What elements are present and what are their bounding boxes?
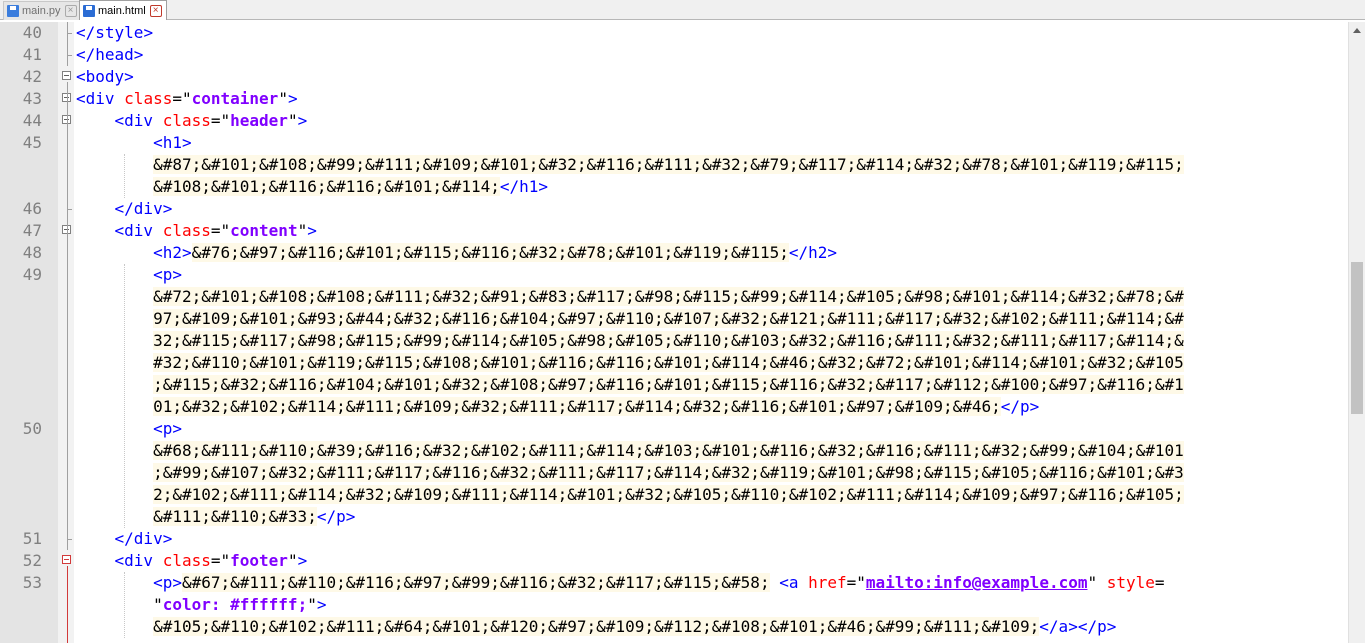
line-number: 51 — [22, 529, 42, 548]
tab-bar: main.py × main.html × — [0, 0, 1365, 20]
fold-toggle-icon[interactable] — [62, 555, 71, 564]
code-line[interactable]: 52 <div class="footer"> — [0, 550, 1348, 572]
code-line[interactable]: 45 <h1> — [0, 132, 1348, 154]
code-text: ;&#99;&#107;&#32;&#111;&#117;&#116;&#32;… — [153, 463, 1184, 482]
code-text: 97;&#109;&#101;&#93;&#44;&#32;&#116;&#10… — [153, 309, 1184, 328]
line-number: 52 — [22, 551, 42, 570]
tab-main-py[interactable]: main.py × — [3, 1, 82, 20]
vertical-scrollbar[interactable] — [1348, 22, 1365, 643]
code-line[interactable]: ;&#115;&#32;&#116;&#104;&#101;&#32;&#108… — [0, 374, 1348, 396]
code-editor[interactable]: 40 </style> 41 </head> 42 <body> 43 <div class=… — [0, 22, 1365, 643]
code-line[interactable]: 49 <p> — [0, 264, 1348, 286]
line-number: 41 — [22, 45, 42, 64]
code-text: &#72;&#101;&#108;&#108;&#111;&#32;&#91;&… — [153, 287, 1184, 306]
code-line[interactable]: 43 <div class="container"> — [0, 88, 1348, 110]
save-file-icon — [83, 4, 95, 17]
code-text: &#68;&#111;&#110;&#39;&#116;&#32;&#102;&… — [153, 441, 1184, 460]
code-text: <p> — [153, 419, 182, 438]
line-number: 53 — [22, 573, 42, 592]
code-text: <p>&#67;&#111;&#110;&#116;&#97;&#99;&#11… — [153, 573, 1165, 592]
code-line[interactable]: "color: #ffffff;"> — [0, 594, 1348, 616]
code-line[interactable]: 97;&#109;&#101;&#93;&#44;&#32;&#116;&#10… — [0, 308, 1348, 330]
code-text: <body> — [76, 67, 134, 86]
line-number: 45 — [22, 133, 42, 152]
code-line[interactable]: 41 </head> — [0, 44, 1348, 66]
code-line[interactable]: &#68;&#111;&#110;&#39;&#116;&#32;&#102;&… — [0, 440, 1348, 462]
code-text: </div> — [114, 199, 173, 218]
code-line[interactable]: &#108;&#101;&#116;&#116;&#101;&#114;</h1… — [0, 176, 1348, 198]
save-file-icon — [7, 5, 19, 17]
code-text: <h2>&#76;&#97;&#116;&#101;&#115;&#116;&#… — [153, 243, 838, 262]
code-text: "color: #ffffff;"> — [76, 595, 327, 614]
line-number: 48 — [22, 243, 42, 262]
code-text: </style> — [76, 23, 154, 42]
line-number: 40 — [22, 23, 42, 42]
code-line[interactable]: 01;&#32;&#102;&#114;&#111;&#109;&#32;&#1… — [0, 396, 1348, 418]
code-line[interactable]: 40 </style> — [0, 22, 1348, 44]
code-line[interactable]: #32;&#110;&#101;&#119;&#115;&#108;&#101;… — [0, 352, 1348, 374]
code-text: </head> — [76, 45, 144, 64]
code-text: &#105;&#110;&#102;&#111;&#64;&#101;&#120… — [153, 617, 1117, 636]
tab-main-html[interactable]: main.html × — [79, 0, 167, 20]
code-text: <div class="container"> — [76, 89, 298, 108]
line-number: 43 — [22, 89, 42, 108]
code-line[interactable]: &#72;&#101;&#108;&#108;&#111;&#32;&#91;&… — [0, 286, 1348, 308]
code-line[interactable]: &#111;&#110;&#33;</p> — [0, 506, 1348, 528]
fold-toggle-icon[interactable] — [62, 71, 71, 80]
code-text: &#108;&#101;&#116;&#116;&#101;&#114;</h1… — [153, 177, 549, 196]
line-number: 47 — [22, 221, 42, 240]
tab-label: main.py — [22, 5, 61, 17]
code-line[interactable]: 48 <h2>&#76;&#97;&#116;&#101;&#115;&#116… — [0, 242, 1348, 264]
tab-label: main.html — [98, 4, 146, 17]
line-number: 50 — [22, 419, 42, 438]
code-line[interactable]: 42 <body> — [0, 66, 1348, 88]
line-number: 49 — [22, 265, 42, 284]
code-line[interactable]: 50 <p> — [0, 418, 1348, 440]
scroll-up-icon[interactable] — [1353, 28, 1361, 33]
close-icon[interactable]: × — [149, 4, 162, 17]
line-number: 46 — [22, 199, 42, 218]
code-text: #32;&#110;&#101;&#119;&#115;&#108;&#101;… — [153, 353, 1184, 372]
fold-range-line — [67, 82, 68, 550]
code-text: &#87;&#101;&#108;&#99;&#111;&#109;&#101;… — [153, 155, 1184, 174]
code-line[interactable]: &#105;&#110;&#102;&#111;&#64;&#101;&#120… — [0, 616, 1348, 638]
code-text: <div class="footer"> — [114, 551, 308, 570]
code-text: &#111;&#110;&#33;</p> — [153, 507, 356, 526]
code-text: <div class="content"> — [114, 221, 317, 240]
line-number: 42 — [22, 67, 42, 86]
code-text: <div class="header"> — [114, 111, 308, 130]
indent-guide — [124, 572, 125, 638]
indent-guide — [124, 264, 125, 528]
code-text: </div> — [114, 529, 173, 548]
code-line[interactable]: &#87;&#101;&#108;&#99;&#111;&#109;&#101;… — [0, 154, 1348, 176]
fold-range-line — [67, 22, 68, 66]
code-line[interactable]: ;&#99;&#107;&#32;&#111;&#117;&#116;&#32;… — [0, 462, 1348, 484]
code-line[interactable]: 46 </div> — [0, 198, 1348, 220]
line-number: 44 — [22, 111, 42, 130]
code-text: ;&#115;&#32;&#116;&#104;&#101;&#32;&#108… — [153, 375, 1184, 394]
code-line[interactable]: 32;&#115;&#117;&#98;&#115;&#99;&#114;&#1… — [0, 330, 1348, 352]
code-line[interactable]: 44 <div class="header"> — [0, 110, 1348, 132]
indent-guide — [124, 154, 125, 198]
code-line[interactable]: 2;&#102;&#111;&#114;&#32;&#109;&#111;&#1… — [0, 484, 1348, 506]
close-icon[interactable]: × — [64, 5, 77, 17]
code-line[interactable]: 51 </div> — [0, 528, 1348, 550]
code-text: 01;&#32;&#102;&#114;&#111;&#109;&#32;&#1… — [153, 397, 1040, 416]
fold-range-line — [67, 566, 68, 643]
code-text: <h1> — [153, 133, 192, 152]
code-line[interactable]: 47 <div class="content"> — [0, 220, 1348, 242]
code-text: 32;&#115;&#117;&#98;&#115;&#99;&#114;&#1… — [153, 331, 1184, 350]
scrollbar-thumb[interactable] — [1351, 262, 1363, 414]
code-text: 2;&#102;&#111;&#114;&#32;&#109;&#111;&#1… — [153, 485, 1184, 504]
code-text: <p> — [153, 265, 182, 284]
code-line[interactable]: 53 <p>&#67;&#111;&#110;&#116;&#97;&#99;&… — [0, 572, 1348, 594]
